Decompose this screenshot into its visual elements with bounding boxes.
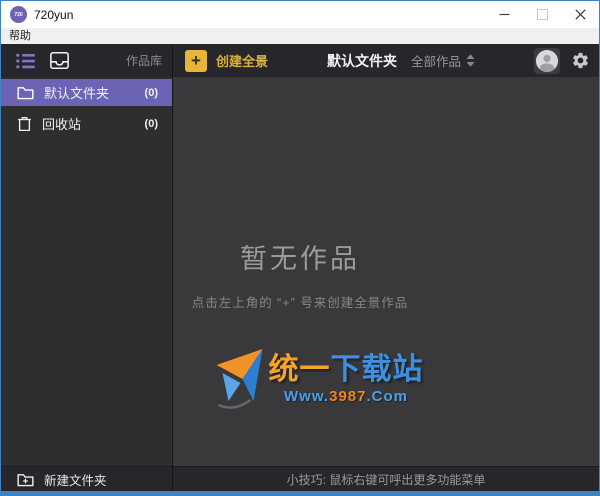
watermark-logo-icon [215, 347, 265, 411]
folder-list: 默认文件夹 (0) 回收站 (0) [1, 77, 172, 466]
folder-icon [17, 85, 34, 100]
watermark-name-blue: 下载站 [331, 353, 424, 386]
user-icon [536, 50, 558, 72]
maximize-button[interactable] [523, 1, 561, 28]
sort-arrows-icon [466, 54, 475, 67]
app-icon-text: 720 [14, 12, 22, 18]
body: 作品库 默认文件夹 (0) 回收站 (0) [1, 44, 599, 491]
empty-state-title: 暂无作品 [192, 237, 409, 276]
app-window: 720 720yun 帮助 [0, 0, 600, 496]
library-label: 作品库 [126, 52, 162, 69]
maximize-icon [537, 9, 548, 20]
create-panorama-button[interactable]: + 创建全景 [185, 50, 268, 72]
watermark-url-suffix: .Com [366, 388, 408, 405]
current-folder-title: 默认文件夹 [327, 51, 397, 71]
watermark-name-orange: 统一 [269, 353, 331, 386]
settings-button[interactable] [569, 50, 591, 72]
titlebar: 720 720yun [1, 1, 599, 28]
list-icon [16, 53, 35, 69]
close-icon [575, 9, 586, 20]
folder-count: (0) [145, 118, 158, 130]
watermark-site-name: 统一下载站 [269, 353, 424, 386]
watermark-texts: 统一下载站 Www.3987.Com [269, 353, 424, 405]
account-button[interactable] [534, 48, 560, 74]
app-icon: 720 [10, 6, 27, 23]
sidebar-item-recycle-bin[interactable]: 回收站 (0) [1, 110, 172, 137]
main-panel: + 创建全景 默认文件夹 全部作品 [173, 44, 599, 491]
library-button[interactable] [47, 49, 71, 73]
minimize-icon [499, 9, 510, 20]
list-view-button[interactable] [13, 49, 37, 73]
folder-label: 默认文件夹 [44, 83, 109, 102]
empty-state-subtitle: 点击左上角的 “+” 号来创建全景作品 [192, 292, 409, 311]
minimize-button[interactable] [485, 1, 523, 28]
plus-icon[interactable]: + [185, 50, 207, 72]
toolbar-right [534, 48, 591, 74]
watermark-url-number: 3987 [329, 388, 366, 405]
folder-label: 回收站 [42, 114, 81, 133]
works-filter-label: 全部作品 [411, 51, 461, 70]
works-filter-dropdown[interactable]: 全部作品 [411, 51, 475, 70]
new-folder-label: 新建文件夹 [44, 470, 107, 489]
close-button[interactable] [561, 1, 599, 28]
status-tip: 小技巧: 鼠标右键可呼出更多功能菜单 [287, 471, 486, 488]
inbox-icon [49, 51, 70, 70]
watermark: 统一下载站 Www.3987.Com [215, 347, 424, 411]
toolbar-center: 默认文件夹 全部作品 [327, 51, 475, 71]
create-panorama-label: 创建全景 [216, 51, 268, 70]
main-toolbar: + 创建全景 默认文件夹 全部作品 [173, 44, 599, 77]
sidebar-header: 作品库 [1, 44, 172, 77]
statusbar: 小技巧: 鼠标右键可呼出更多功能菜单 [173, 466, 599, 491]
menu-help[interactable]: 帮助 [1, 28, 39, 44]
sidebar-item-default-folder[interactable]: 默认文件夹 (0) [1, 79, 172, 106]
trash-icon [17, 116, 32, 132]
works-area: 暂无作品 点击左上角的 “+” 号来创建全景作品 统一下载站 [173, 77, 599, 466]
menubar: 帮助 [1, 28, 599, 44]
empty-state: 暂无作品 点击左上角的 “+” 号来创建全景作品 [192, 237, 409, 311]
window-controls [485, 1, 599, 28]
folder-plus-icon [17, 472, 34, 487]
gear-icon [571, 51, 590, 70]
watermark-url-prefix: Www. [284, 388, 329, 405]
watermark-url: Www.3987.Com [284, 388, 408, 405]
new-folder-button[interactable]: 新建文件夹 [1, 466, 172, 491]
avatar [536, 50, 558, 72]
folder-count: (0) [145, 87, 158, 99]
window-title: 720yun [34, 8, 73, 22]
sidebar: 作品库 默认文件夹 (0) 回收站 (0) [1, 44, 173, 491]
